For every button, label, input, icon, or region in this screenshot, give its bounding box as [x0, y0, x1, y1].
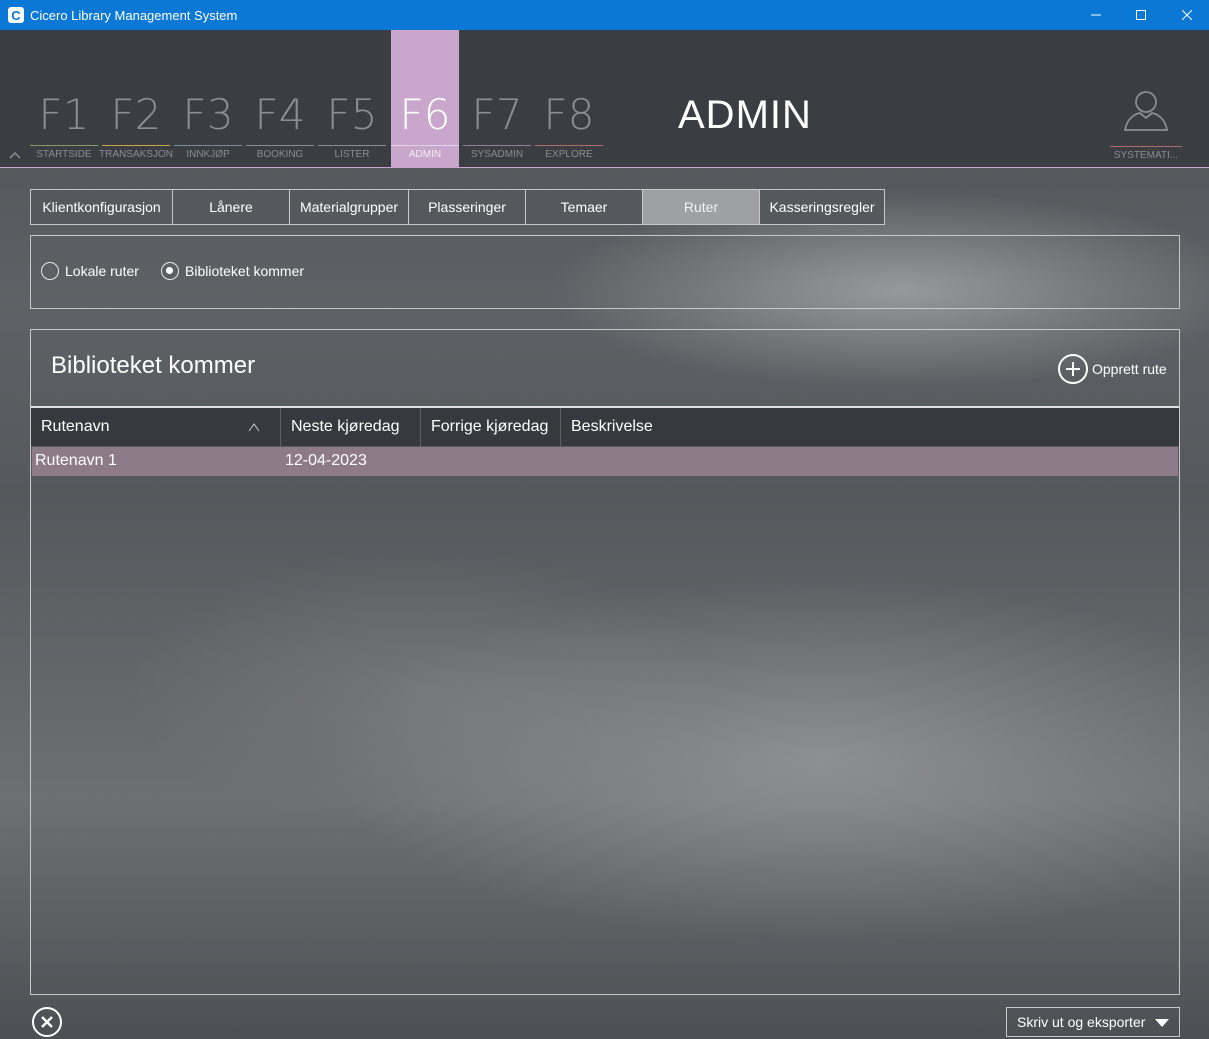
- column-label: Neste kjøredag: [291, 418, 400, 435]
- close-icon: [1182, 10, 1192, 20]
- close-view-button[interactable]: [32, 1007, 62, 1037]
- fkey-underline: [102, 145, 170, 146]
- tab-lanere[interactable]: Lånere: [172, 189, 290, 225]
- plus-circle-icon: [1058, 354, 1088, 384]
- column-label: Forrige kjøredag: [431, 418, 549, 435]
- fkey-label: LISTER: [334, 149, 370, 160]
- fkey-label: SYSADMIN: [470, 149, 524, 160]
- fkey-underline: [391, 145, 459, 146]
- tab-kasseringsregler[interactable]: Kasseringsregler: [759, 189, 885, 225]
- fkey-number: F8: [543, 90, 595, 139]
- tab-materialgrupper[interactable]: Materialgrupper: [289, 189, 409, 225]
- fkey-f3[interactable]: F3 INNKJØP: [174, 30, 242, 167]
- close-window-button[interactable]: [1164, 0, 1209, 30]
- create-route-label: Opprett rute: [1092, 361, 1167, 377]
- tab-plasseringer[interactable]: Plasseringer: [408, 189, 526, 225]
- routes-panel: Biblioteket kommer Opprett rute Rutenavn…: [30, 329, 1180, 995]
- maximize-icon: [1136, 10, 1146, 20]
- cell-rutenavn: Rutenavn 1: [35, 452, 117, 469]
- user-label: SYSTEMATI...: [1113, 150, 1179, 161]
- user-icon: [1123, 91, 1169, 131]
- fkey-underline: [246, 145, 314, 146]
- sort-ascending-icon: [248, 423, 260, 432]
- tab-temaer[interactable]: Temaer: [525, 189, 643, 225]
- panel-title: Biblioteket kommer: [51, 352, 256, 379]
- tab-ruter[interactable]: Ruter: [642, 189, 760, 225]
- fkey-underline: [318, 145, 386, 146]
- fkey-f6[interactable]: F6 ADMIN: [391, 30, 459, 167]
- column-header-beskrivelse[interactable]: Beskrivelse: [561, 408, 1179, 446]
- fkey-label: STARTSIDE: [36, 149, 92, 160]
- collapse-caret-icon[interactable]: [9, 150, 21, 160]
- print-export-button[interactable]: Skriv ut og eksporter: [1006, 1007, 1180, 1037]
- fkey-label: BOOKING: [256, 149, 304, 160]
- minimize-icon: [1091, 14, 1101, 16]
- fkey-label: EXPLORE: [545, 149, 593, 160]
- user-underline: [1110, 146, 1182, 147]
- maximize-button[interactable]: [1118, 0, 1164, 30]
- fkey-underline: [174, 145, 242, 146]
- fkey-f7[interactable]: F7 SYSADMIN: [463, 30, 531, 167]
- create-route-button[interactable]: Opprett rute: [1058, 354, 1167, 384]
- fkey-f4[interactable]: F4 BOOKING: [246, 30, 314, 167]
- fkey-f1[interactable]: F1 STARTSIDE: [30, 30, 98, 167]
- fkey-number: F3: [182, 90, 234, 139]
- fkey-number: F5: [326, 90, 378, 139]
- fkey-underline: [535, 145, 603, 146]
- section-title: ADMIN: [678, 93, 812, 137]
- radio-biblioteket-kommer[interactable]: Biblioteket kommer: [161, 262, 304, 280]
- minimize-button[interactable]: [1073, 0, 1119, 30]
- fkey-f8[interactable]: F8 EXPLORE: [535, 30, 603, 167]
- column-header-neste-kjoredag[interactable]: Neste kjøredag: [281, 408, 421, 446]
- user-menu[interactable]: SYSTEMATI...: [1110, 86, 1182, 167]
- radio-label: Biblioteket kommer: [185, 263, 305, 279]
- fkey-number: F4: [254, 90, 306, 139]
- fkey-number: F7: [471, 90, 523, 139]
- fkey-underline: [463, 145, 531, 146]
- fkey-label: TRANSAKSJON: [99, 149, 173, 160]
- export-label: Skriv ut og eksporter: [1017, 1014, 1146, 1030]
- route-type-panel: Lokale ruter Biblioteket kommer: [30, 235, 1180, 309]
- table-row[interactable]: Rutenavn 1 12-04-2023: [32, 447, 1178, 476]
- fkey-f5[interactable]: F5 LISTER: [318, 30, 386, 167]
- table-header: Rutenavn Neste kjøredag Forrige kjøredag…: [31, 408, 1179, 446]
- fkey-label: INNKJØP: [186, 149, 230, 160]
- fkey-number: F2: [110, 90, 162, 139]
- radio-label: Lokale ruter: [65, 263, 139, 279]
- cell-neste-kjoredag: 12-04-2023: [285, 452, 367, 469]
- app-header: F1 STARTSIDE F2 TRANSAKSJON F3 INNKJØP F…: [0, 30, 1209, 168]
- window-title: Cicero Library Management System: [30, 7, 238, 23]
- fkey-number: F1: [38, 90, 90, 139]
- fkey-number: F6: [399, 90, 451, 139]
- tab-klientkonfigurasjon[interactable]: Klientkonfigurasjon: [30, 189, 173, 225]
- admin-tabs: Klientkonfigurasjon Lånere Materialgrupp…: [30, 189, 885, 225]
- column-header-rutenavn[interactable]: Rutenavn: [31, 408, 281, 446]
- radio-checked-icon: [161, 262, 179, 280]
- close-icon: [41, 1016, 53, 1028]
- app-logo-icon: C: [8, 7, 24, 23]
- fkey-underline: [30, 145, 98, 146]
- column-header-forrige-kjoredag[interactable]: Forrige kjøredag: [421, 408, 561, 446]
- radio-lokale-ruter[interactable]: Lokale ruter: [41, 262, 139, 280]
- column-label: Rutenavn: [41, 418, 110, 435]
- column-label: Beskrivelse: [571, 418, 653, 435]
- title-bar: C Cicero Library Management System: [0, 0, 1209, 30]
- radio-unchecked-icon: [41, 262, 59, 280]
- fkey-f2[interactable]: F2 TRANSAKSJON: [99, 30, 173, 167]
- chevron-down-icon: [1155, 1019, 1169, 1027]
- fkey-label: ADMIN: [408, 149, 442, 160]
